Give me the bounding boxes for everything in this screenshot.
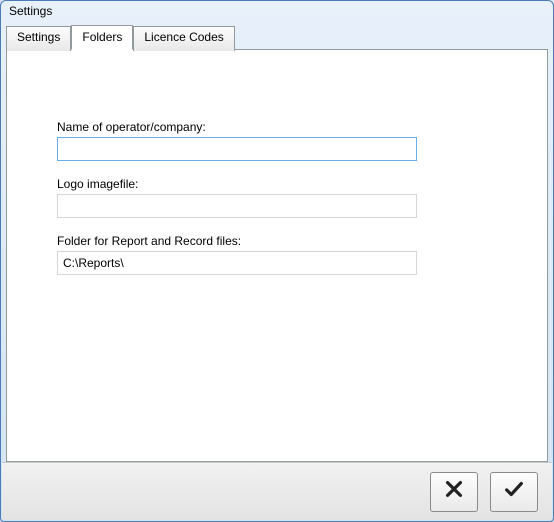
- cross-icon: [443, 478, 465, 506]
- field-group-logo: Logo imagefile:: [57, 177, 497, 218]
- settings-window: Settings Settings Folders Licence Codes …: [0, 0, 554, 522]
- tab-folders[interactable]: Folders: [71, 25, 133, 50]
- logo-label: Logo imagefile:: [57, 177, 497, 191]
- field-group-report-folder: Folder for Report and Record files:: [57, 234, 497, 275]
- tab-label: Settings: [17, 30, 60, 44]
- cancel-button[interactable]: [430, 472, 478, 512]
- tab-strip: Settings Folders Licence Codes: [6, 25, 548, 50]
- report-folder-label: Folder for Report and Record files:: [57, 234, 497, 248]
- operator-label: Name of operator/company:: [57, 120, 497, 134]
- tab-licence-codes[interactable]: Licence Codes: [133, 26, 234, 51]
- tab-content-folders: Name of operator/company: Logo imagefile…: [6, 49, 548, 462]
- operator-input[interactable]: [57, 137, 417, 161]
- window-titlebar: Settings: [1, 1, 553, 23]
- ok-button[interactable]: [490, 472, 538, 512]
- report-folder-input[interactable]: [57, 251, 417, 275]
- tab-area: Settings Folders Licence Codes Name of o…: [6, 25, 548, 462]
- tab-label: Licence Codes: [144, 30, 223, 44]
- window-title: Settings: [9, 4, 52, 18]
- logo-input[interactable]: [57, 194, 417, 218]
- tab-settings[interactable]: Settings: [6, 26, 71, 51]
- check-icon: [503, 478, 525, 506]
- tab-label: Folders: [82, 30, 122, 44]
- field-group-operator: Name of operator/company:: [57, 120, 497, 161]
- button-bar: [2, 462, 552, 520]
